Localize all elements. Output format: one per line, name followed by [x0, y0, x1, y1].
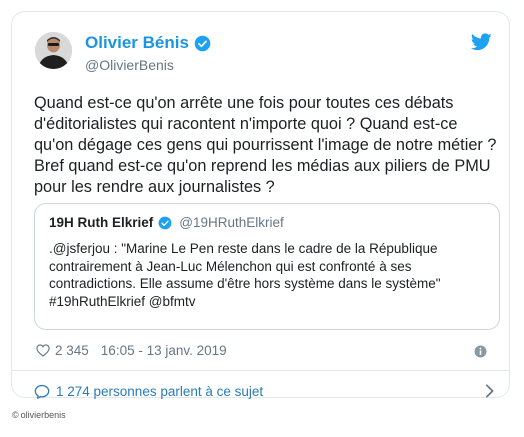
- quoted-tweet[interactable]: 19H Ruth Elkrief @19HRuthElkrief .@jsfer…: [34, 203, 500, 330]
- comment-icon: [34, 384, 50, 399]
- copyright-icon: ©: [12, 410, 19, 420]
- verified-badge-icon: [158, 216, 172, 229]
- like-count[interactable]: 2 345: [55, 343, 89, 358]
- divider: [12, 370, 509, 371]
- heart-icon[interactable]: [36, 344, 50, 357]
- image-credit: © olivierbenis: [12, 410, 66, 420]
- tweet-line: qu'on dégage ces gens qui pourrissent l'…: [34, 136, 497, 154]
- quoted-text: .@jsferjou : "Marine Le Pen reste dans l…: [49, 240, 441, 310]
- conversation-label[interactable]: 1 274 personnes parlent à ce sujet: [56, 384, 263, 399]
- credit-text: olivierbenis: [20, 410, 66, 420]
- tweet-line: pour les rendre aux journalistes ?: [34, 178, 275, 196]
- tweet-line: d'éditorialistes qui racontent n'importe…: [34, 115, 458, 133]
- tweet-line: Quand est-ce qu'on arrête une fois pour …: [34, 94, 454, 112]
- quoted-header: 19H Ruth Elkrief @19HRuthElkrief: [49, 215, 284, 230]
- quoted-line: contrairement à Jean-Luc Mélenchon qui e…: [49, 258, 412, 274]
- quoted-author-name: 19H Ruth Elkrief: [49, 215, 154, 230]
- verified-badge-icon: [194, 35, 211, 51]
- tweet-line: Bref quand est-ce qu'on reprend les médi…: [34, 157, 491, 175]
- quoted-line: .@jsferjou : "Marine Le Pen reste dans l…: [49, 241, 438, 256]
- twitter-bird-icon[interactable]: [471, 33, 492, 51]
- author-name[interactable]: Olivier Bénis: [85, 33, 189, 53]
- tweet-card: Olivier Bénis @OlivierBenis Quand est-ce…: [11, 11, 510, 399]
- tweet-text: Quand est-ce qu'on arrête une fois pour …: [34, 93, 509, 198]
- quoted-line: #19hRuthElkrief @bfmtv: [49, 293, 196, 309]
- avatar[interactable]: [35, 32, 72, 69]
- conversation-link[interactable]: 1 274 personnes parlent à ce sujet: [34, 380, 496, 402]
- quoted-line: contradictions. Elle assume d'être hors …: [49, 276, 441, 291]
- info-icon[interactable]: [474, 345, 487, 358]
- quoted-author-handle: @19HRuthElkrief: [179, 215, 284, 230]
- author-name-row[interactable]: Olivier Bénis: [85, 33, 211, 53]
- tweet-meta: 2 345 16:05 - 13 janv. 2019: [36, 343, 227, 358]
- timestamp[interactable]: 16:05 - 13 janv. 2019: [101, 343, 227, 358]
- chevron-right-icon[interactable]: [485, 384, 494, 398]
- author-handle[interactable]: @OlivierBenis: [85, 57, 174, 73]
